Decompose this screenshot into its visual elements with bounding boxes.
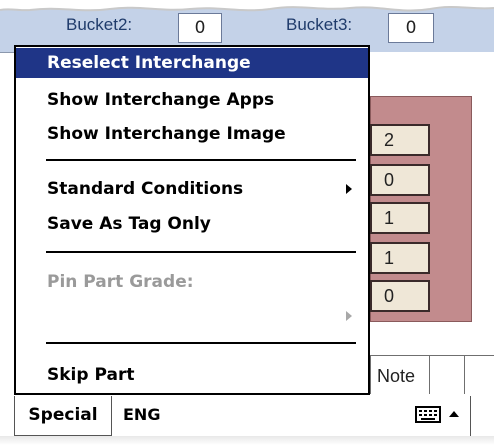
menu-item-show-interchange-apps[interactable]: Show Interchange Apps: [16, 85, 368, 115]
bottom-edge: [0, 436, 494, 445]
menu-item-blank-submenu: [16, 301, 368, 331]
menu-item-skip-part[interactable]: Skip Part: [16, 360, 368, 390]
menu-item-reselect-interchange[interactable]: Reselect Interchange: [16, 48, 368, 78]
menu-item-show-interchange-image[interactable]: Show Interchange Image: [16, 119, 368, 149]
caret-up-icon[interactable]: [448, 405, 460, 425]
submenu-arrow-icon: [346, 311, 352, 321]
input-language[interactable]: ENG: [123, 396, 160, 436]
menu-separator: [46, 251, 356, 253]
menu-separator: [46, 159, 356, 161]
value-field-4[interactable]: 1: [370, 242, 430, 274]
menu-item-standard-conditions[interactable]: Standard Conditions: [16, 174, 368, 204]
bucket2-label: Bucket2:: [66, 15, 133, 34]
toolbar-divider: [470, 396, 471, 436]
content-area: [370, 52, 494, 96]
menu-item-save-as-tag-only[interactable]: Save As Tag Only: [16, 209, 368, 239]
special-menu-button[interactable]: Special: [14, 396, 112, 436]
menu-item-pin-part-grade: Pin Part Grade:: [47, 272, 194, 292]
submenu-arrow-icon: [346, 184, 352, 194]
value-field-5[interactable]: 0: [370, 280, 430, 312]
tab-blank[interactable]: [430, 356, 465, 394]
tab-row: Note: [370, 355, 494, 396]
keyboard-icon[interactable]: [415, 405, 441, 425]
bucket2-value[interactable]: 0: [178, 13, 222, 43]
value-field-2[interactable]: 0: [370, 164, 430, 196]
menu-separator: [46, 342, 356, 344]
tab-note[interactable]: Note: [370, 356, 430, 394]
value-field-1[interactable]: 2: [370, 124, 430, 156]
value-field-3[interactable]: 1: [370, 202, 430, 234]
menu-item-label: Standard Conditions: [47, 179, 244, 199]
bucket3-label: Bucket3:: [286, 15, 353, 34]
bucket3-value[interactable]: 0: [388, 13, 434, 43]
context-menu: Reselect Interchange Show Interchange Ap…: [14, 45, 370, 395]
